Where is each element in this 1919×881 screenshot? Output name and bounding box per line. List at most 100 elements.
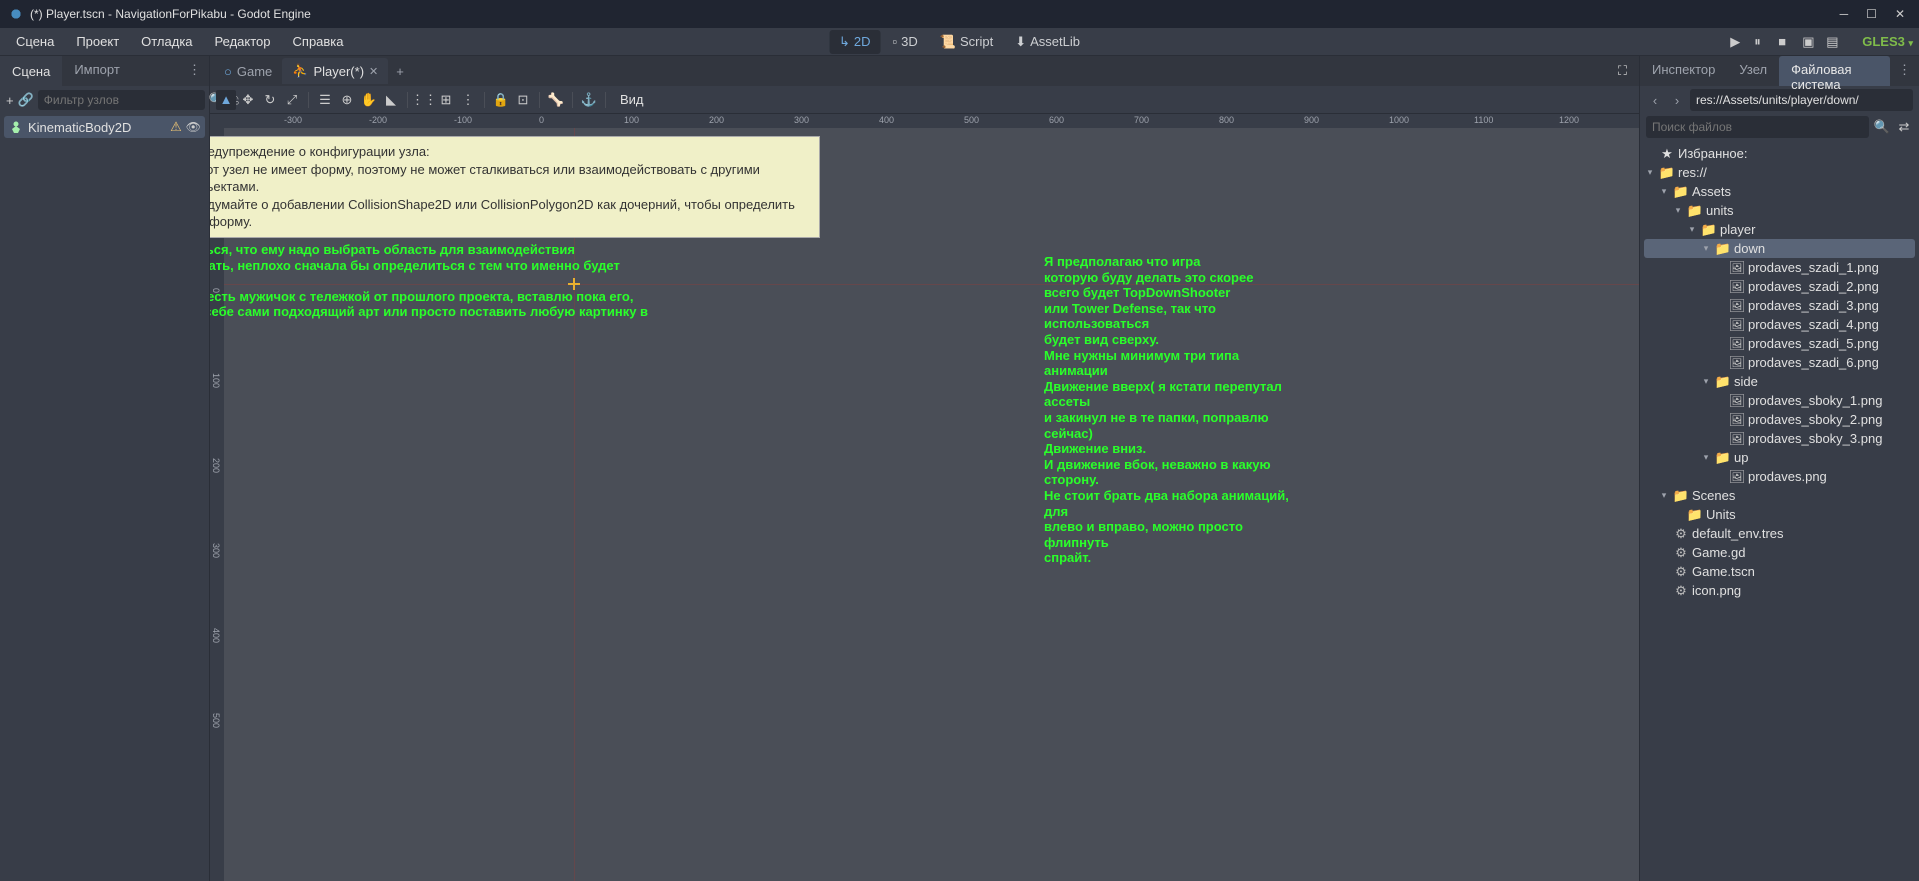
expand-icon[interactable]: ▾ [1700, 452, 1712, 463]
toggle-2d[interactable]: ↳2D [829, 30, 881, 54]
folder-item[interactable]: 📁Units [1644, 505, 1915, 524]
grid-snap-toggle[interactable]: ⊞ [436, 90, 456, 110]
file-item[interactable]: 🖼prodaves_szadi_6.png [1644, 353, 1915, 372]
tab-game[interactable]: ○Game [214, 59, 282, 84]
expand-icon[interactable]: ▾ [1658, 186, 1670, 197]
list-select-tool[interactable]: ☰ [315, 90, 335, 110]
play-button[interactable]: ▶ [1730, 34, 1746, 50]
scale-tool[interactable]: ⤢ [282, 90, 302, 110]
bone-tool[interactable]: 🦴 [546, 90, 566, 110]
file-item[interactable]: ⚙ default_env.tres [1644, 524, 1915, 543]
menu-editor[interactable]: Редактор [205, 30, 281, 53]
file-item[interactable]: ⚙Game.tscn [1644, 562, 1915, 581]
pivot-tool[interactable]: ⊕ [337, 90, 357, 110]
file-item[interactable]: 🖼prodaves_sboky_2.png [1644, 410, 1915, 429]
maximize-button[interactable]: ☐ [1866, 7, 1877, 21]
dock-menu-button[interactable]: ⋮ [180, 56, 209, 86]
folder-item[interactable]: ▾📁up [1644, 448, 1915, 467]
file-item[interactable]: ⚙icon.png [1644, 581, 1915, 600]
filter-nodes-input[interactable] [38, 90, 205, 110]
folder-icon: 📁 [1702, 223, 1716, 237]
file-item[interactable]: 🖼prodaves_szadi_4.png [1644, 315, 1915, 334]
minimize-button[interactable]: ─ [1840, 7, 1849, 21]
path-input[interactable] [1690, 89, 1913, 111]
warning-icon[interactable]: ⚠ [170, 119, 182, 135]
file-item[interactable]: 🖼prodaves.png [1644, 467, 1915, 486]
window-title: (*) Player.tscn - NavigationForPikabu - … [30, 7, 1840, 21]
file-item[interactable]: 🖼prodaves_szadi_3.png [1644, 296, 1915, 315]
stop-button[interactable]: ■ [1778, 34, 1794, 50]
tab-player[interactable]: ⛹Player(*)✕ [282, 58, 388, 84]
select-tool[interactable]: ▲ [216, 90, 236, 110]
folder-item[interactable]: ▾📁res:// [1644, 163, 1915, 182]
move-tool[interactable]: ✥ [238, 90, 258, 110]
favorites-header[interactable]: ★ Избранное: [1644, 144, 1915, 163]
toggle-assetlib[interactable]: ⬇AssetLib [1005, 30, 1090, 54]
nav-forward-button[interactable]: › [1668, 91, 1686, 109]
tab-node[interactable]: Узел [1727, 56, 1779, 86]
folder-item[interactable]: ▾📁side [1644, 372, 1915, 391]
snap-toggle[interactable]: ⋮⋮ [414, 90, 434, 110]
folder-item[interactable]: ▾📁Scenes [1644, 486, 1915, 505]
group-tool[interactable]: ⊡ [513, 90, 533, 110]
tab-scene[interactable]: Сцена [0, 56, 62, 86]
search-files-input[interactable] [1646, 116, 1869, 138]
main: Сцена Импорт ⋮ + 🔗 🔍 ⎌ KinematicBody2D ⚠… [0, 56, 1919, 881]
folder-item[interactable]: ▾ 📁 player [1644, 220, 1915, 239]
file-icon: ⚙ [1674, 546, 1688, 560]
separator [484, 92, 485, 108]
file-item[interactable]: 🖼prodaves_szadi_5.png [1644, 334, 1915, 353]
add-node-button[interactable]: + [6, 91, 14, 109]
item-label: player [1720, 222, 1755, 237]
pan-tool[interactable]: ✋ [359, 90, 379, 110]
renderer-label[interactable]: GLES3 ▾ [1862, 34, 1913, 49]
menu-help[interactable]: Справка [283, 30, 354, 53]
play-custom-button[interactable]: ▤ [1826, 34, 1842, 50]
rotate-tool[interactable]: ↻ [260, 90, 280, 110]
close-button[interactable]: ✕ [1895, 7, 1905, 21]
file-item[interactable]: 🖼prodaves_sboky_3.png [1644, 429, 1915, 448]
file-item[interactable]: 🖼prodaves_sboky_1.png [1644, 391, 1915, 410]
ruler-tool[interactable]: ◣ [381, 90, 401, 110]
expand-icon[interactable]: ▾ [1686, 224, 1698, 235]
split-mode-button[interactable]: ⇄ [1895, 118, 1913, 136]
view-menu[interactable]: Вид [612, 89, 652, 110]
expand-icon[interactable]: ▾ [1672, 205, 1684, 216]
lock-tool[interactable]: 🔒 [491, 90, 511, 110]
add-tab-button[interactable]: + [388, 59, 412, 84]
play-scene-button[interactable]: ▣ [1802, 34, 1818, 50]
expand-icon[interactable]: ▾ [1658, 490, 1670, 501]
menu-debug[interactable]: Отладка [131, 30, 202, 53]
instance-button[interactable]: 🔗 [18, 91, 34, 109]
menu-scene[interactable]: Сцена [6, 30, 64, 53]
tab-import[interactable]: Импорт [62, 56, 131, 86]
file-icon: 🖼 [1730, 280, 1744, 294]
expand-icon[interactable]: ▾ [1700, 243, 1712, 254]
pause-button[interactable]: ⏸ [1754, 34, 1770, 50]
expand-icon[interactable]: ▾ [1700, 376, 1712, 387]
folder-item[interactable]: ▾📁Assets [1644, 182, 1915, 201]
toggle-3d[interactable]: ▫3D [883, 30, 928, 54]
item-label: default_env.tres [1692, 526, 1784, 541]
menu-project[interactable]: Проект [66, 30, 129, 53]
expand-icon[interactable]: ▾ [1644, 167, 1656, 178]
file-item[interactable]: ⚙Game.gd [1644, 543, 1915, 562]
file-item[interactable]: 🖼prodaves_szadi_1.png [1644, 258, 1915, 277]
dock-menu-button[interactable]: ⋮ [1890, 56, 1919, 86]
scene-root-node[interactable]: KinematicBody2D ⚠ 👁 [4, 116, 205, 138]
folder-item[interactable]: ▾📁units [1644, 201, 1915, 220]
anchor-tool[interactable]: ⚓ [579, 90, 599, 110]
close-tab-icon[interactable]: ✕ [369, 65, 378, 78]
toggle-script[interactable]: 📜Script [930, 30, 1003, 54]
file-icon: ⚙ [1674, 527, 1688, 541]
snap-options[interactable]: ⋮ [458, 90, 478, 110]
search-icon[interactable]: 🔍 [1873, 118, 1891, 136]
viewport[interactable]: -300-200-1000100200300400500600700800900… [210, 114, 1639, 881]
tab-inspector[interactable]: Инспектор [1640, 56, 1727, 86]
folder-item[interactable]: ▾📁down [1644, 239, 1915, 258]
distraction-free-button[interactable]: ⛶ [1610, 58, 1635, 84]
nav-back-button[interactable]: ‹ [1646, 91, 1664, 109]
file-item[interactable]: 🖼prodaves_szadi_2.png [1644, 277, 1915, 296]
tab-filesystem[interactable]: Файловая система [1779, 56, 1890, 86]
visibility-icon[interactable]: 👁 [186, 120, 201, 134]
